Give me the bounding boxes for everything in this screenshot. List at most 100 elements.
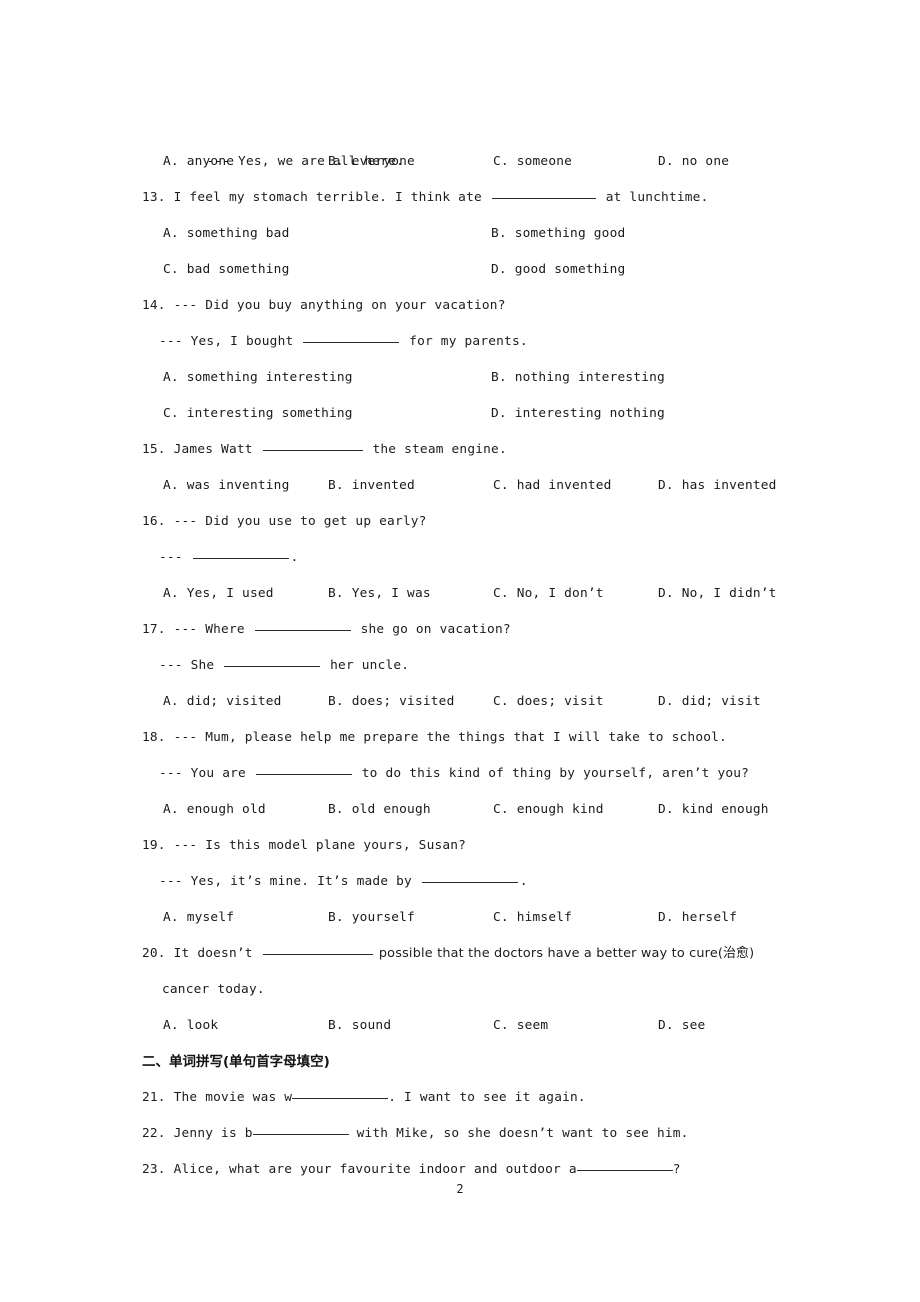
option-label: D. <box>658 1018 674 1033</box>
question-14-reply: --- Yes, I bought for my parents. <box>142 324 802 360</box>
question-20-stem-line2: cancer today. <box>142 972 802 1008</box>
option-b[interactable]: B. everyone <box>328 144 493 180</box>
answer-blank[interactable] <box>303 331 400 343</box>
section-two-heading: 二、单词拼写(单句首字母填空) <box>142 1054 330 1070</box>
option-a[interactable]: A. myself <box>163 900 328 936</box>
page-content: --- Yes, we are all here. A. anyone B. e… <box>142 108 802 1188</box>
option-text: No, I don’t <box>516 586 604 601</box>
answer-blank[interactable] <box>292 1087 389 1099</box>
option-text: sound <box>351 1018 392 1033</box>
answer-blank[interactable] <box>192 547 289 559</box>
option-d[interactable]: D. good something <box>491 252 625 288</box>
question-20-options-row: A. look B. sound C. seem D. see <box>142 1008 802 1044</box>
option-label: C. <box>163 406 179 421</box>
question-number: 19. <box>142 838 166 853</box>
option-label: B. <box>491 370 507 385</box>
option-text: anyone <box>186 154 235 169</box>
option-d[interactable]: D. no one <box>658 144 729 180</box>
question-16-reply: --- . <box>142 540 802 576</box>
option-d[interactable]: D. kind enough <box>658 792 769 828</box>
question-18-stem: 18. --- Mum, please help me prepare the … <box>142 720 802 756</box>
option-text: something good <box>514 226 626 241</box>
option-c[interactable]: C. No, I don’t <box>493 576 658 612</box>
option-label: D. <box>658 802 674 817</box>
option-d[interactable]: D. herself <box>658 900 737 936</box>
page-number: 2 <box>456 1182 464 1196</box>
option-a[interactable]: A. anyone <box>163 144 328 180</box>
answer-blank[interactable] <box>491 187 596 199</box>
option-c[interactable]: C. does; visit <box>493 684 658 720</box>
question-stem-text: --- Mum, please help me prepare the thin… <box>173 730 727 745</box>
option-label: C. <box>493 910 509 925</box>
option-b[interactable]: B. old enough <box>328 792 493 828</box>
option-label: B. <box>328 694 344 709</box>
option-d[interactable]: D. interesting nothing <box>491 396 665 432</box>
question-stem-before: --- Where <box>173 622 253 637</box>
reply-before: --- Yes, it’s mine. It’s made by <box>159 874 420 889</box>
question-15-options-row: A. was inventing B. invented C. had inve… <box>142 468 802 504</box>
option-a[interactable]: A. did; visited <box>163 684 328 720</box>
option-text: herself <box>681 910 738 925</box>
sentence-after: ? <box>672 1162 681 1177</box>
option-c[interactable]: C. enough kind <box>493 792 658 828</box>
option-b[interactable]: B. nothing interesting <box>491 360 665 396</box>
question-stem-text: --- Did you use to get up early? <box>173 514 427 529</box>
question-number: 22. <box>142 1126 166 1141</box>
option-a[interactable]: A. enough old <box>163 792 328 828</box>
option-text: see <box>681 1018 706 1033</box>
option-label: C. <box>493 586 509 601</box>
question-16-stem: 16. --- Did you use to get up early? <box>142 504 802 540</box>
option-c[interactable]: C. himself <box>493 900 658 936</box>
option-text: yourself <box>351 910 415 925</box>
option-d[interactable]: D. did; visit <box>658 684 761 720</box>
option-text: good something <box>514 262 626 277</box>
question-19-reply: --- Yes, it’s mine. It’s made by . <box>142 864 802 900</box>
option-b[interactable]: B. Yes, I was <box>328 576 493 612</box>
option-d[interactable]: D. has invented <box>658 468 777 504</box>
option-a[interactable]: A. was inventing <box>163 468 328 504</box>
answer-blank[interactable] <box>576 1159 673 1171</box>
option-c[interactable]: C. bad something <box>163 252 491 288</box>
option-label: D. <box>658 478 674 493</box>
option-c[interactable]: C. someone <box>493 144 658 180</box>
option-b[interactable]: B. invented <box>328 468 493 504</box>
reply-after: to do this kind of thing by yourself, ar… <box>353 766 750 781</box>
answer-blank[interactable] <box>254 619 351 631</box>
option-text: something interesting <box>186 370 353 385</box>
sentence-before: Alice, what are your favourite indoor an… <box>173 1162 577 1177</box>
option-c[interactable]: C. seem <box>493 1008 658 1044</box>
option-text: kind enough <box>681 802 769 817</box>
question-number: 13. <box>142 190 166 205</box>
option-text: Yes, I was <box>351 586 431 601</box>
option-a[interactable]: A. Yes, I used <box>163 576 328 612</box>
option-label: B. <box>328 154 344 169</box>
answer-blank[interactable] <box>262 439 363 451</box>
answer-blank[interactable] <box>255 763 352 775</box>
option-a[interactable]: A. something bad <box>163 216 491 252</box>
option-d[interactable]: D. No, I didn’t <box>658 576 777 612</box>
option-label: B. <box>491 226 507 241</box>
option-text: had invented <box>516 478 612 493</box>
option-a[interactable]: A. look <box>163 1008 328 1044</box>
option-c[interactable]: C. had invented <box>493 468 658 504</box>
option-label: C. <box>493 802 509 817</box>
reply-after: for my parents. <box>401 334 528 349</box>
answer-blank[interactable] <box>421 871 518 883</box>
option-d[interactable]: D. see <box>658 1008 705 1044</box>
option-b[interactable]: B. something good <box>491 216 625 252</box>
question-number: 15. <box>142 442 166 457</box>
question-14-options-row-2: C. interesting something D. interesting … <box>142 396 802 432</box>
option-label: A. <box>163 910 179 925</box>
option-label: D. <box>658 694 674 709</box>
option-c[interactable]: C. interesting something <box>163 396 491 432</box>
option-b[interactable]: B. sound <box>328 1008 493 1044</box>
option-a[interactable]: A. something interesting <box>163 360 491 396</box>
question-17-options-row: A. did; visited B. does; visited C. does… <box>142 684 802 720</box>
option-text: invented <box>351 478 415 493</box>
answer-blank[interactable] <box>252 1123 349 1135</box>
answer-blank[interactable] <box>224 655 321 667</box>
option-label: A. <box>163 478 179 493</box>
answer-blank[interactable] <box>262 943 373 955</box>
option-b[interactable]: B. does; visited <box>328 684 493 720</box>
option-b[interactable]: B. yourself <box>328 900 493 936</box>
